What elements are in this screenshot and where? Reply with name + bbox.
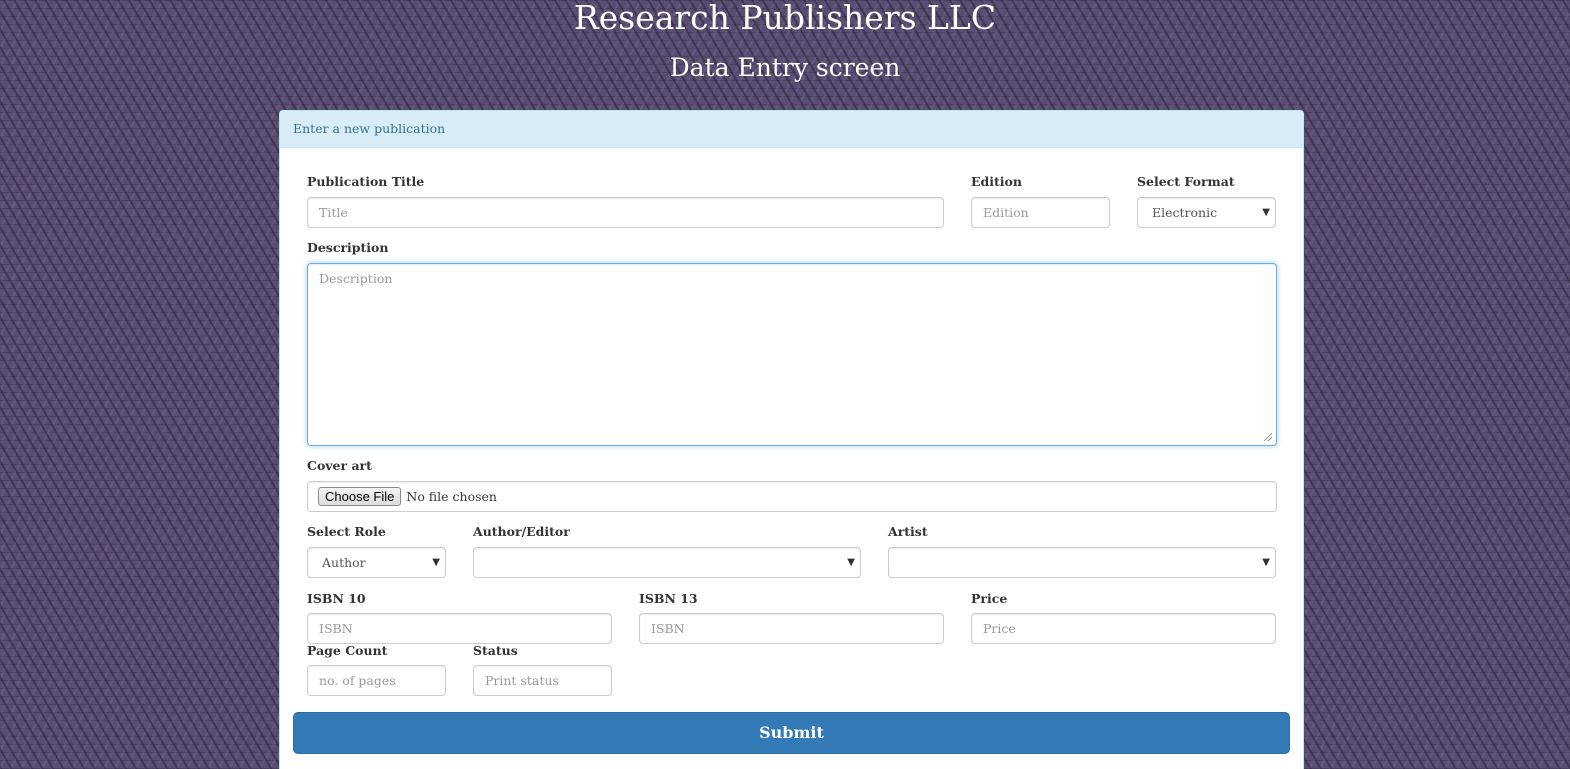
page-count-input[interactable] [307,665,446,696]
description-textarea[interactable] [307,263,1277,446]
role-selected-value: Author [322,555,366,570]
isbn13-label: ISBN 13 [639,591,698,606]
chevron-down-icon: ▼ [847,557,855,568]
artist-select[interactable]: ▼ [888,547,1276,578]
page-count-label: Page Count [307,643,388,658]
screen-title: Data Entry screen [669,53,901,82]
panel-heading: Enter a new publication [280,111,1303,148]
chevron-down-icon: ▼ [1262,557,1270,568]
edition-label: Edition [971,174,1022,189]
select-format-label: Select Format [1137,174,1235,189]
isbn13-input[interactable] [639,613,944,644]
role-select[interactable]: Author ▼ [307,547,446,578]
status-label: Status [473,643,518,658]
file-status-text: No file chosen [406,489,497,504]
description-label: Description [307,240,389,255]
chevron-down-icon: ▼ [432,557,440,568]
format-select[interactable]: Electronic ▼ [1137,197,1276,228]
isbn10-label: ISBN 10 [307,591,366,606]
chevron-down-icon: ▼ [1262,207,1270,218]
price-label: Price [971,591,1008,606]
status-input[interactable] [473,665,612,696]
edition-input[interactable] [971,197,1110,228]
choose-file-button[interactable]: Choose File [318,487,402,506]
publication-form-panel: Enter a new publication Publication Titl… [279,110,1304,769]
price-input[interactable] [971,613,1276,644]
isbn10-input[interactable] [307,613,612,644]
resize-grip-icon[interactable] [1264,433,1272,441]
site-title: Research Publishers LLC [573,0,997,37]
author-editor-select[interactable]: ▼ [473,547,861,578]
format-selected-value: Electronic [1152,205,1218,220]
select-role-label: Select Role [307,524,386,539]
artist-label: Artist [888,524,928,539]
publication-title-label: Publication Title [307,174,425,189]
cover-art-label: Cover art [307,458,372,473]
cover-art-file-input: Choose File No file chosen [307,481,1277,512]
publication-title-input[interactable] [307,197,944,228]
submit-button[interactable]: Submit [293,712,1290,754]
author-editor-label: Author/Editor [473,524,570,539]
